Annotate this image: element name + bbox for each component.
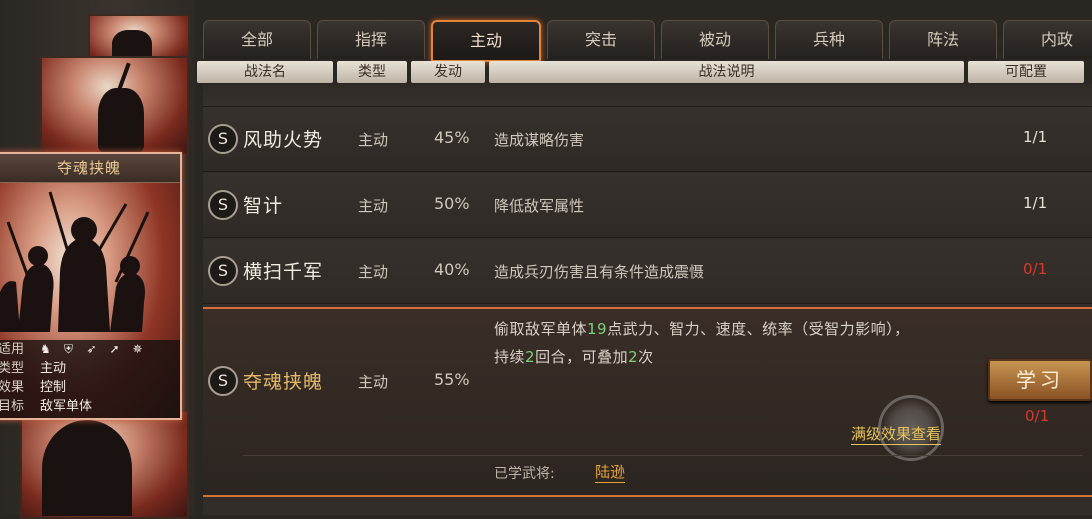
tab-active[interactable]: 主动 (431, 20, 541, 62)
warrior-silhouette (98, 88, 144, 152)
card-info-row-target: 目标 敌军单体 (0, 397, 180, 416)
skill-name: 风助火势 (243, 129, 324, 151)
shield-icon: ⛨ (63, 342, 73, 356)
skill-list[interactable]: S 风助火势 主动 45% 造成谋略伤害 1/1 S 智计 主动 50% 降低敌… (203, 84, 1092, 515)
header-name[interactable]: 战法名 (197, 61, 333, 83)
tab-command[interactable]: 指挥 (317, 20, 425, 59)
skill-description: 偷取敌军单体19点武力、智力、速度、统率（受智力影响），持续2回合，可叠加2次 (494, 315, 914, 371)
skill-name: 智计 (243, 195, 284, 217)
header-description: 战法说明 (489, 61, 964, 83)
skill-config-count: 0/1 (1023, 260, 1048, 278)
card-title: 夺魂挟魄 (0, 154, 180, 183)
skill-type: 主动 (358, 197, 389, 215)
card-info-key: 适用 (0, 342, 25, 357)
skill-type: 主动 (358, 373, 389, 391)
card-info-key: 目标 (0, 399, 25, 414)
desc-text: 偷取敌军单体 (494, 320, 588, 338)
skill-rate: 45% (434, 128, 470, 147)
tab-formation[interactable]: 阵法 (889, 20, 997, 59)
grade-badge: S (208, 366, 238, 396)
skill-description: 造成谋略伤害 (494, 131, 585, 149)
skill-description: 降低敌军属性 (494, 197, 585, 215)
card-artwork (0, 182, 180, 342)
category-tabs: 全部 指挥 主动 突击 被动 兵种 阵法 内政 (203, 20, 1092, 62)
troop-icons: ♞ ⛨ ➶ ➚ ✵ (38, 340, 145, 359)
skill-card-thumbnail[interactable] (40, 56, 189, 156)
learned-general-link[interactable]: 陆逊 (595, 461, 626, 483)
selected-skill-card: 夺魂挟魄 适用 ♞ ⛨ ➶ ➚ ✵ 类型 主动 效果 控制 目标 敌军单体 (0, 152, 182, 420)
skill-config-count: 0/1 (1025, 407, 1050, 425)
card-info-key: 类型 (0, 361, 25, 376)
skill-description: 造成兵刃伤害且有条件造成震慑 (494, 263, 705, 281)
card-info-key: 效果 (0, 380, 25, 395)
tab-troop[interactable]: 兵种 (775, 20, 883, 59)
card-info-value: 控制 (40, 380, 67, 395)
card-info-row-type: 类型 主动 (0, 359, 180, 378)
skill-name: 横扫千军 (243, 261, 324, 283)
skill-rate: 50% (434, 194, 470, 213)
tab-assault[interactable]: 突击 (547, 20, 655, 59)
skill-row-selected[interactable]: S 夺魂挟魄 主动 55% 偷取敌军单体19点武力、智力、速度、统率（受智力影响… (203, 307, 1092, 497)
divider (243, 455, 1083, 456)
tab-internal-affairs[interactable]: 内政 (1003, 20, 1092, 59)
header-config[interactable]: 可配置 (968, 61, 1084, 83)
header-rate[interactable]: 发动 (411, 61, 485, 83)
skill-row[interactable]: S 智计 主动 50% 降低敌军属性 1/1 (203, 173, 1092, 238)
warrior-silhouette (42, 420, 132, 516)
skill-config-count: 1/1 (1023, 194, 1048, 212)
skill-row[interactable]: S 风助火势 主动 45% 造成谋略伤害 1/1 (203, 107, 1092, 172)
card-info-value: 主动 (40, 361, 67, 376)
learned-generals-label: 已学武将: (494, 466, 555, 482)
desc-number: 2 (628, 348, 639, 366)
skill-rate: 40% (434, 260, 470, 279)
desc-text: 回合，可叠加 (535, 348, 629, 366)
card-info-panel: 适用 ♞ ⛨ ➶ ➚ ✵ 类型 主动 效果 控制 目标 敌军单体 (0, 340, 180, 418)
bow-icon: ➶ (86, 342, 97, 356)
grade-badge: S (208, 190, 238, 220)
desc-number: 2 (525, 348, 536, 366)
skill-card-thumbnail[interactable] (20, 410, 189, 519)
learn-button[interactable]: 学习 (988, 359, 1092, 401)
tab-all[interactable]: 全部 (203, 20, 311, 59)
skill-config-count: 1/1 (1023, 128, 1048, 146)
desc-number: 19 (587, 320, 608, 338)
skill-rate: 55% (434, 370, 470, 389)
spear-icon: ➚ (109, 342, 120, 356)
skill-row[interactable]: S 横扫千军 主动 40% 造成兵刃伤害且有条件造成震慑 0/1 (203, 239, 1092, 304)
cavalry-icon: ♞ (40, 342, 51, 356)
card-info-value: 敌军单体 (40, 399, 93, 414)
column-headers: 战法名 类型 发动 战法说明 可配置 (197, 61, 1084, 83)
skill-type: 主动 (358, 263, 389, 281)
list-row-partial (203, 84, 1092, 107)
max-effect-link[interactable]: 满级效果查看 (851, 423, 942, 445)
grade-badge: S (208, 256, 238, 286)
skill-name: 夺魂挟魄 (243, 371, 324, 393)
tab-passive[interactable]: 被动 (661, 20, 769, 59)
card-info-row-effect: 效果 控制 (0, 378, 180, 397)
wheel-icon: ✵ (132, 342, 143, 356)
skill-type: 主动 (358, 131, 389, 149)
card-info-row-applicable: 适用 ♞ ⛨ ➶ ➚ ✵ (0, 340, 180, 359)
grade-badge: S (208, 124, 238, 154)
desc-text: 次 (638, 348, 654, 366)
header-type[interactable]: 类型 (337, 61, 407, 83)
